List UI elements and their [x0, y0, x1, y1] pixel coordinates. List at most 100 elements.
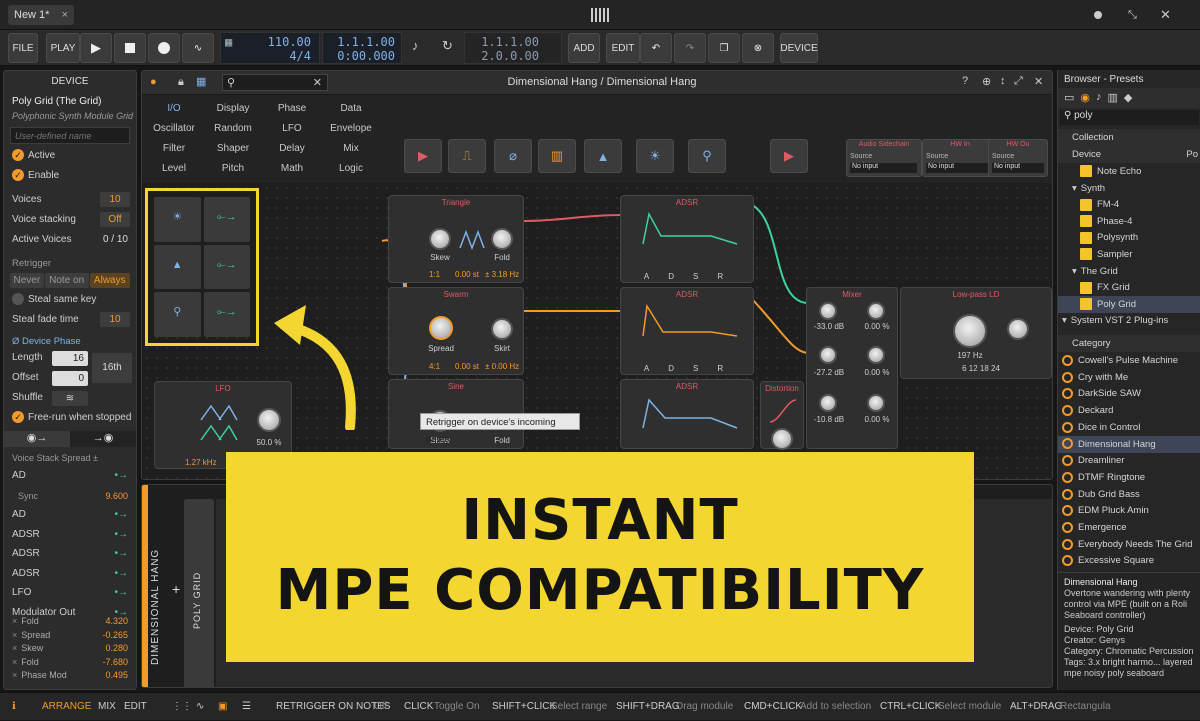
arrange-tab[interactable]: ARRANGE	[42, 693, 91, 721]
remove-icon[interactable]: ×	[12, 657, 17, 667]
remove-icon[interactable]: ×	[12, 630, 17, 640]
skew-knob[interactable]	[429, 228, 451, 250]
tree-item[interactable]: FM-4	[1058, 196, 1200, 213]
cutoff-knob[interactable]	[953, 314, 987, 348]
mix-tab[interactable]: MIX	[98, 693, 116, 721]
voices-value[interactable]: 10	[100, 192, 130, 207]
time-signature[interactable]: 4/4	[289, 49, 311, 63]
tab-presets-icon[interactable]: ◉	[1080, 91, 1090, 105]
file-button[interactable]: FILE	[8, 33, 38, 63]
preset-item[interactable]: Cowell's Pulse Machine	[1058, 352, 1200, 369]
target-value[interactable]: -7.680	[102, 656, 128, 669]
add-button[interactable]: ADD	[568, 33, 600, 63]
length-value[interactable]: 16	[52, 351, 88, 366]
preset-item[interactable]: Dub Grid Bass	[1058, 486, 1200, 503]
project-tab[interactable]: New 1* ×	[8, 5, 74, 25]
preset-item[interactable]: Excessive Square	[1058, 552, 1200, 569]
remove-icon[interactable]: ×	[12, 616, 17, 626]
modulator-row[interactable]: ADSR •→	[4, 545, 136, 563]
preset-item[interactable]: EDM Pluck Amin	[1058, 502, 1200, 519]
device-view-icon[interactable]: ▣	[218, 693, 227, 721]
resonance-knob[interactable]	[1007, 318, 1029, 340]
edit-button[interactable]: EDIT	[606, 33, 640, 63]
play-button[interactable]: ▶	[80, 33, 112, 63]
mixer-pan-knob-3[interactable]	[867, 394, 885, 412]
minimize-icon[interactable]: ⤡	[1128, 9, 1137, 22]
undo-button[interactable]: ↶	[640, 33, 672, 63]
hz-value[interactable]: ± 0.00 Hz	[485, 362, 519, 371]
target-value[interactable]: -0.265	[102, 629, 128, 642]
preset-item[interactable]: Everybody Needs The Grid	[1058, 536, 1200, 553]
tree-item[interactable]: ▾ Synth	[1058, 180, 1200, 197]
timbre-in-icon[interactable]: ☀	[154, 197, 201, 242]
offset-value[interactable]: 0	[52, 371, 88, 386]
edit-tab[interactable]: EDIT	[124, 693, 147, 721]
tempo-display[interactable]: ▦ 110.00 4/4	[220, 32, 320, 64]
mixer-level-knob-1[interactable]	[819, 302, 837, 320]
adsr-module-2[interactable]: ADSR ADSR	[620, 287, 754, 375]
preset-item[interactable]: Dreamliner	[1058, 452, 1200, 469]
modulation-target-row[interactable]: × Spread -0.265	[4, 629, 136, 642]
loop-icon[interactable]: ↻	[442, 38, 453, 54]
shuffle-button[interactable]: ≋	[52, 391, 88, 406]
tree-item[interactable]: Sampler	[1058, 246, 1200, 263]
automation-button[interactable]: ∿	[182, 33, 214, 63]
mixer-level-knob-3[interactable]	[819, 394, 837, 412]
stop-button[interactable]	[114, 33, 146, 63]
semitone-value[interactable]: 0.00 st	[455, 362, 479, 371]
tab-targets[interactable]: →◉	[70, 431, 136, 447]
category-filter[interactable]: Category	[1058, 335, 1200, 352]
target-value[interactable]: 0.280	[105, 642, 128, 655]
velocity-in-icon[interactable]: ⚲	[154, 292, 201, 337]
mixer-pan-knob-2[interactable]	[867, 346, 885, 364]
target-value[interactable]: 4.320	[105, 615, 128, 628]
list-view-icon[interactable]: ☰	[242, 693, 251, 721]
tree-item[interactable]: Phase-4	[1058, 213, 1200, 230]
loop-display[interactable]: 1.1.1.00 2.0.0.00	[464, 32, 562, 64]
adsr-module-1[interactable]: ADSR ADSR	[620, 195, 754, 283]
steal-fade-value[interactable]: 10	[100, 312, 130, 327]
tab-instruments-icon[interactable]: ▥	[1108, 91, 1118, 105]
collection-filter[interactable]: Collection	[1058, 129, 1200, 146]
hz-value[interactable]: ± 3.18 Hz	[485, 270, 519, 279]
fold-knob[interactable]	[491, 228, 513, 250]
position-display[interactable]: 1.1.1.00 0:00.000	[322, 32, 402, 64]
modulation-target-row[interactable]: × Skew 0.280	[4, 642, 136, 655]
user-name-input[interactable]	[10, 127, 130, 144]
swarm-oscillator-module[interactable]: Swarm Spread Skirt 4:1 0.00 st ± 0.00 Hz	[388, 287, 524, 375]
lowpass-filter-module[interactable]: Low-pass LD 197 Hz 6 12 18 24	[900, 287, 1052, 379]
tree-item[interactable]: ▾ The Grid	[1058, 263, 1200, 280]
mixer-level-knob-2[interactable]	[819, 346, 837, 364]
play-menu-button[interactable]: PLAY	[46, 33, 80, 63]
preset-item[interactable]: Deckard	[1058, 402, 1200, 419]
preset-item[interactable]: Emergence	[1058, 519, 1200, 536]
grid-view-icon[interactable]: ⋮⋮	[172, 693, 192, 721]
close-icon[interactable]: ×	[62, 5, 68, 25]
expand-icon[interactable]: ▾	[1072, 266, 1077, 277]
modulation-target-row[interactable]: × Phase Mod 0.495	[4, 669, 136, 682]
modulation-icon[interactable]: ∿	[196, 693, 204, 721]
poly-grid-device-header[interactable]: POLY GRID	[184, 499, 214, 687]
device-button[interactable]: DEVICE	[780, 33, 818, 63]
active-toggle[interactable]: ✓ Active	[4, 147, 136, 165]
distortion-module[interactable]: Distortion	[760, 381, 804, 450]
retrigger-always[interactable]: Always	[89, 273, 130, 288]
metronome-icon[interactable]: ♪	[412, 38, 419, 53]
tab-modulators[interactable]: ◉→	[4, 431, 70, 447]
modulator-row[interactable]: Sync 9.600	[4, 487, 136, 505]
slope-selector[interactable]: 6 12 18 24	[951, 364, 1011, 373]
tempo-value[interactable]: 110.00	[268, 35, 311, 49]
retrigger-never[interactable]: Never	[10, 273, 44, 288]
modulation-target-row[interactable]: × Fold 4.320	[4, 615, 136, 628]
modulator-row[interactable]: AD •→	[4, 506, 136, 524]
modulator-row[interactable]: AD •→	[4, 467, 136, 485]
add-device-icon[interactable]: +	[172, 581, 180, 597]
target-value[interactable]: 0.495	[105, 669, 128, 682]
spread-knob[interactable]	[429, 316, 453, 340]
copy-button[interactable]: ❐	[708, 33, 740, 63]
free-run-toggle[interactable]: ✓ Free-run when stopped	[4, 409, 136, 427]
tab-plugins-icon[interactable]: ◆	[1124, 91, 1132, 105]
tree-item[interactable]: Poly Grid	[1058, 295, 1200, 313]
tab-samples-icon[interactable]: ♪	[1096, 91, 1102, 105]
enable-toggle[interactable]: ✓ Enable	[4, 167, 136, 185]
